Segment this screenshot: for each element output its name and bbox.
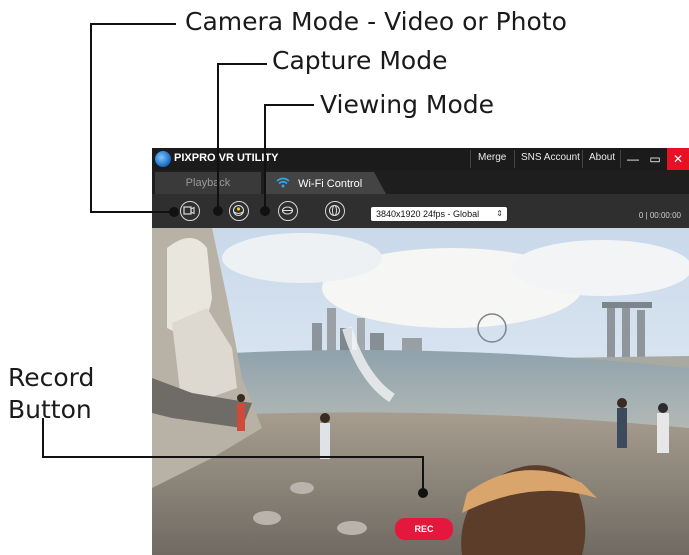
menu-separator xyxy=(620,150,621,168)
toolbar: 3840x1920 24fps - Global ⇕ 0 | 00:00:00 xyxy=(152,194,689,228)
view-toggle-button[interactable] xyxy=(325,201,345,221)
tab-playback-label: Playback xyxy=(185,177,231,189)
camera-mode-marker xyxy=(169,207,179,217)
capture-mode-button[interactable] xyxy=(229,201,249,221)
tab-bar: Playback Wi-Fi Control xyxy=(152,170,689,194)
recording-counter: 0 | 00:00:00 xyxy=(638,211,681,220)
tab-wifi-control[interactable]: Wi-Fi Control xyxy=(264,172,374,194)
wifi-icon xyxy=(276,176,293,190)
minimize-button[interactable]: — xyxy=(622,148,644,170)
app-title: PIXPRO VR UTILITY xyxy=(174,152,279,164)
viewing-mode-callout: Viewing Mode xyxy=(320,90,495,119)
capture-mode-callout: Capture Mode xyxy=(272,46,448,75)
camera-mode-callout: Camera Mode - Video or Photo xyxy=(185,7,567,36)
menu-sns-account[interactable]: SNS Account xyxy=(521,152,580,163)
live-view[interactable] xyxy=(152,228,689,555)
menu-merge[interactable]: Merge xyxy=(478,152,506,163)
dome-view-icon xyxy=(281,206,294,215)
capture-mode-icon xyxy=(232,204,245,217)
resolution-value: 3840x1920 24fps - Global xyxy=(376,209,480,219)
menu-separator xyxy=(470,150,471,168)
sphere-icon xyxy=(328,204,341,217)
record-button-marker xyxy=(418,488,428,498)
camera-mode-leader xyxy=(90,211,174,213)
close-button[interactable]: ✕ xyxy=(667,148,689,170)
viewing-mode-leader xyxy=(264,104,314,106)
record-button-callout-line1: Record xyxy=(8,363,95,392)
resolution-select[interactable]: 3840x1920 24fps - Global ⇕ xyxy=(371,207,507,221)
capture-mode-marker xyxy=(213,206,223,216)
camera-mode-leader xyxy=(90,23,92,213)
camera-mode-button[interactable] xyxy=(180,201,200,221)
viewing-mode-marker xyxy=(260,206,270,216)
capture-mode-leader xyxy=(217,63,219,208)
title-bar: PIXPRO VR UTILITY Merge SNS Account Abou… xyxy=(152,148,689,170)
select-arrows-icon: ⇕ xyxy=(496,209,503,218)
menu-separator xyxy=(582,150,583,168)
menu-about[interactable]: About xyxy=(589,152,615,163)
panorama-image xyxy=(152,228,689,555)
record-button[interactable]: REC xyxy=(395,518,453,540)
viewing-mode-leader xyxy=(264,104,266,208)
record-button-leader xyxy=(42,456,424,458)
viewing-mode-button[interactable] xyxy=(278,201,298,221)
video-camera-icon xyxy=(183,206,195,215)
tab-wifi-label: Wi-Fi Control xyxy=(298,178,363,190)
record-button-leader xyxy=(42,418,44,458)
record-button-callout-line2: Button xyxy=(8,395,92,424)
tab-playback[interactable]: Playback xyxy=(155,172,261,194)
record-button-leader xyxy=(422,456,424,492)
capture-mode-leader xyxy=(217,63,267,65)
app-logo-icon xyxy=(155,151,171,167)
menu-separator xyxy=(514,150,515,168)
maximize-button[interactable]: ▭ xyxy=(644,148,666,170)
camera-mode-leader xyxy=(90,23,176,25)
tab-edge xyxy=(374,172,386,194)
